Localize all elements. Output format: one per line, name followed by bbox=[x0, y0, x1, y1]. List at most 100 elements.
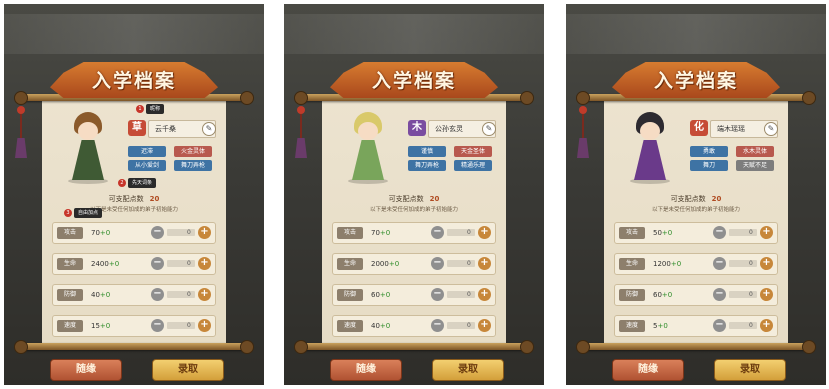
tutorial-tooltip: 昵称 bbox=[146, 104, 165, 114]
stat-label: 防御 bbox=[57, 289, 83, 301]
random-button[interactable]: 随缘 bbox=[50, 359, 122, 381]
decrease-button[interactable]: − bbox=[713, 319, 726, 332]
allocated-points: 0 bbox=[187, 229, 191, 236]
admit-button[interactable]: 录取 bbox=[152, 359, 224, 381]
increase-button[interactable]: + bbox=[478, 319, 491, 332]
stat-base: 15 bbox=[91, 322, 100, 330]
admit-button[interactable]: 录取 bbox=[432, 359, 504, 381]
increase-button[interactable]: + bbox=[760, 257, 773, 270]
points-available: 可支配点数 20 bbox=[4, 194, 264, 204]
initial-ability-hint: 以下是未受任何加成的弟子初始能力 bbox=[651, 207, 740, 213]
stat-bonus: +0 bbox=[661, 291, 673, 299]
stat-row: 生命 1200+0 − 0 + bbox=[614, 253, 778, 275]
element-badge: 木 bbox=[408, 120, 426, 136]
admit-button[interactable]: 录取 bbox=[714, 359, 786, 381]
tassel-knot bbox=[17, 106, 25, 114]
allocated-points: 0 bbox=[749, 322, 753, 329]
stat-value: 2000+0 bbox=[371, 258, 399, 270]
decrease-button[interactable]: − bbox=[431, 288, 444, 301]
stat-base: 2000 bbox=[371, 260, 389, 268]
rod-cap-icon bbox=[576, 340, 590, 354]
edit-name-icon[interactable]: ✎ bbox=[202, 122, 216, 136]
stat-row: 速度 40+0 − 0 + bbox=[332, 315, 496, 337]
stat-row: 速度 15+0 − 0 + bbox=[52, 315, 216, 337]
decrease-button[interactable]: − bbox=[151, 257, 164, 270]
increase-button[interactable]: + bbox=[198, 288, 211, 301]
rod-cap-icon bbox=[294, 340, 308, 354]
stat-base: 60 bbox=[371, 291, 380, 299]
decrease-button[interactable]: − bbox=[713, 257, 726, 270]
decrease-button[interactable]: − bbox=[151, 319, 164, 332]
tutorial-step-badge: 3 bbox=[64, 209, 72, 217]
random-button[interactable]: 随缘 bbox=[330, 359, 402, 381]
trait-tag: 舞刀弄枪 bbox=[408, 160, 446, 171]
decrease-button[interactable]: − bbox=[713, 288, 726, 301]
edit-name-icon[interactable]: ✎ bbox=[482, 122, 496, 136]
rod-cap-icon bbox=[14, 91, 28, 105]
trait-tag: 勇敢 bbox=[690, 146, 728, 157]
scroll-rod-bottom bbox=[14, 340, 254, 354]
stat-row: 防御 60+0 − 0 + bbox=[614, 284, 778, 306]
enrollment-panel: 入学档案草云千桑 ✎ 迟滞 火金灵体 从小爱剑 舞刀弄枪 可支配点数 20 以下是未受任何加成的… bbox=[4, 4, 264, 385]
stat-value: 70+0 bbox=[371, 227, 390, 239]
allocated-points: 0 bbox=[187, 291, 191, 298]
trait-tag: 水木灵体 bbox=[736, 146, 774, 157]
points-value: 20 bbox=[149, 195, 160, 203]
background-blur bbox=[284, 14, 544, 54]
trait-tag: 舞刀弄枪 bbox=[174, 160, 212, 171]
increase-button[interactable]: + bbox=[198, 319, 211, 332]
stat-base: 60 bbox=[653, 291, 662, 299]
stat-bonus: +0 bbox=[388, 260, 400, 268]
background-blur bbox=[566, 14, 826, 54]
edit-name-icon[interactable]: ✎ bbox=[764, 122, 778, 136]
stat-row: 攻击 50+0 − 0 + bbox=[614, 222, 778, 244]
decrease-button[interactable]: − bbox=[431, 226, 444, 239]
increase-button[interactable]: + bbox=[478, 226, 491, 239]
trait-tag: 天赋不足 bbox=[736, 160, 774, 171]
decrease-button[interactable]: − bbox=[713, 226, 726, 239]
decrease-button[interactable]: − bbox=[431, 257, 444, 270]
rod-cap-icon bbox=[802, 91, 816, 105]
character-avatar bbox=[62, 112, 114, 184]
page-title: 入学档案 bbox=[371, 70, 456, 92]
points-label: 可支配点数 bbox=[108, 195, 144, 203]
tassel-tail bbox=[295, 138, 307, 158]
stat-value: 5+0 bbox=[653, 320, 668, 332]
stat-base: 2400 bbox=[91, 260, 109, 268]
character-face bbox=[640, 122, 660, 140]
points-value: 20 bbox=[429, 195, 440, 203]
increase-button[interactable]: + bbox=[198, 226, 211, 239]
stat-base: 1200 bbox=[653, 260, 671, 268]
increase-button[interactable]: + bbox=[760, 226, 773, 239]
stat-value: 60+0 bbox=[653, 289, 672, 301]
stat-bonus: +0 bbox=[379, 291, 391, 299]
random-button[interactable]: 随缘 bbox=[612, 359, 684, 381]
decrease-button[interactable]: − bbox=[151, 226, 164, 239]
stat-bonus: +0 bbox=[108, 260, 120, 268]
stat-value: 15+0 bbox=[91, 320, 110, 332]
stat-label: 速度 bbox=[57, 320, 83, 332]
allocated-points: 0 bbox=[749, 229, 753, 236]
tassel-cord bbox=[300, 114, 302, 140]
stat-bonus: +0 bbox=[670, 260, 682, 268]
increase-button[interactable]: + bbox=[478, 257, 491, 270]
tassel-icon bbox=[574, 106, 592, 166]
stat-value: 70+0 bbox=[91, 227, 110, 239]
rod-cap-icon bbox=[802, 340, 816, 354]
decrease-button[interactable]: − bbox=[431, 319, 444, 332]
element-badge: 化 bbox=[690, 120, 708, 136]
stat-value: 40+0 bbox=[91, 289, 110, 301]
stat-row: 防御 40+0 − 0 + bbox=[52, 284, 216, 306]
increase-button[interactable]: + bbox=[198, 257, 211, 270]
scroll-rod-bottom bbox=[576, 340, 816, 354]
increase-button[interactable]: + bbox=[760, 288, 773, 301]
decrease-button[interactable]: − bbox=[151, 288, 164, 301]
trait-tag: 舞刀 bbox=[690, 160, 728, 171]
page-title: 入学档案 bbox=[653, 70, 738, 92]
stat-value: 2400+0 bbox=[91, 258, 119, 270]
stat-value: 40+0 bbox=[371, 320, 390, 332]
increase-button[interactable]: + bbox=[478, 288, 491, 301]
stat-value: 60+0 bbox=[371, 289, 390, 301]
increase-button[interactable]: + bbox=[760, 319, 773, 332]
stat-bonus: +0 bbox=[661, 229, 673, 237]
